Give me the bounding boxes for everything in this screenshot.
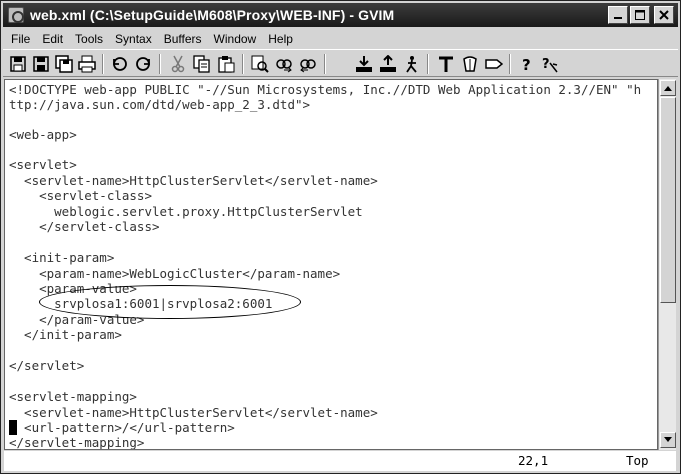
code-line-6: <servlet>	[9, 157, 77, 172]
open-button[interactable]	[7, 53, 29, 75]
scroll-down-button[interactable]	[660, 432, 676, 448]
make-icon	[439, 56, 453, 72]
tag-jump-button[interactable]	[483, 53, 505, 75]
print-button[interactable]	[76, 53, 98, 75]
code-line-8: <servlet-class>	[9, 188, 152, 203]
code-line-10: </servlet-class>	[9, 219, 160, 234]
window-controls	[608, 6, 674, 24]
copy-button[interactable]	[191, 53, 213, 75]
find-next-icon	[276, 59, 292, 73]
code-line-19: </servlet>	[9, 358, 85, 373]
menu-file[interactable]: File	[3, 30, 36, 48]
find-help-button[interactable]: ?	[539, 53, 561, 75]
arrow-up-icon	[664, 86, 672, 91]
svg-text:?: ?	[522, 56, 531, 73]
cut-icon	[171, 55, 185, 73]
status-line: 22,1 Top	[4, 451, 676, 471]
menu-syntax[interactable]: Syntax	[109, 30, 158, 48]
find-prev-icon	[300, 59, 316, 73]
cursor-position: 22,1	[518, 453, 549, 468]
make-button[interactable]	[435, 53, 457, 75]
code-line-7: <servlet-name>HttpClusterServlet</servle…	[9, 173, 378, 188]
menu-edit[interactable]: Edit	[36, 30, 69, 48]
code-line-13: <param-name>WebLogicCluster</param-name>	[9, 266, 341, 281]
save-all-button[interactable]	[53, 53, 75, 75]
toolbar-separator	[509, 54, 511, 74]
menu-buffers[interactable]: Buffers	[158, 30, 208, 48]
redo-button[interactable]	[132, 53, 154, 75]
copy-icon	[193, 55, 210, 73]
save-button[interactable]	[30, 53, 52, 75]
shell-button[interactable]	[459, 53, 481, 75]
save-all-icon	[55, 55, 73, 73]
load-session-button[interactable]	[353, 53, 375, 75]
close-icon	[659, 10, 669, 20]
maximize-icon	[635, 10, 645, 20]
vertical-scrollbar[interactable]	[658, 79, 676, 450]
run-script-button[interactable]	[401, 53, 423, 75]
title-bar[interactable]: web.xml (C:\SetupGuide\M608\Proxy\WEB-IN…	[3, 3, 678, 27]
arrow-down-icon	[664, 437, 672, 442]
menu-window[interactable]: Window	[208, 30, 263, 48]
code-line-23: <url-pattern>/</url-pattern>	[9, 420, 235, 435]
cut-button[interactable]	[167, 53, 189, 75]
tag-jump-icon	[485, 59, 503, 69]
toolbar-separator	[159, 54, 161, 74]
code-line-21: <servlet-mapping>	[9, 389, 137, 404]
gvim-app-icon[interactable]	[8, 7, 24, 23]
code-line-2: ttp://java.sun.com/dtd/web-app_2_3.dtd">	[9, 97, 311, 112]
toolbar-separator	[427, 54, 429, 74]
code-line-4: <web-app>	[9, 127, 77, 142]
help-button[interactable]: ?	[515, 53, 537, 75]
text-cursor	[9, 420, 17, 435]
text-editor[interactable]: <!DOCTYPE web-app PUBLIC "-//Sun Microsy…	[4, 79, 658, 450]
help-icon: ?	[522, 56, 531, 73]
save-session-button[interactable]	[377, 53, 399, 75]
undo-icon	[113, 57, 127, 71]
scroll-position: Top	[626, 453, 649, 468]
close-button[interactable]	[654, 6, 674, 24]
window-title: web.xml (C:\SetupGuide\M608\Proxy\WEB-IN…	[30, 7, 395, 23]
code-line-1: <!DOCTYPE web-app PUBLIC "-//Sun Microsy…	[9, 82, 642, 97]
scrollbar-thumb[interactable]	[660, 97, 676, 303]
maximize-button[interactable]	[630, 6, 650, 24]
redo-icon	[136, 57, 150, 71]
code-line-24: </servlet-mapping>	[9, 435, 145, 450]
find-help-icon: ?	[542, 57, 558, 73]
paste-button[interactable]	[215, 53, 237, 75]
run-script-icon	[406, 56, 417, 73]
print-icon	[78, 55, 96, 73]
menu-tools[interactable]: Tools	[69, 30, 109, 48]
find-next-button[interactable]	[273, 53, 295, 75]
save-session-icon	[380, 55, 396, 72]
replace-icon	[251, 55, 269, 73]
code-line-17: </init-param>	[9, 327, 122, 342]
svg-text:?: ?	[542, 57, 550, 72]
open-icon	[10, 56, 26, 72]
menu-help[interactable]: Help	[262, 30, 299, 48]
menu-bar: File Edit Tools Syntax Buffers Window He…	[3, 29, 678, 49]
minimize-icon	[614, 17, 622, 19]
code-line-22: <servlet-name>HttpClusterServlet</servle…	[9, 405, 378, 420]
paste-icon	[218, 56, 235, 73]
scroll-up-button[interactable]	[660, 80, 676, 96]
code-line-12: <init-param>	[9, 250, 115, 265]
replace-button[interactable]	[249, 53, 271, 75]
code-line-9: weblogic.servlet.proxy.HttpClusterServle…	[9, 204, 363, 219]
save-icon	[33, 56, 49, 72]
toolbar-separator	[324, 54, 326, 74]
minimize-button[interactable]	[608, 6, 628, 24]
toolbar-separator	[102, 54, 104, 74]
gvim-window: web.xml (C:\SetupGuide\M608\Proxy\WEB-IN…	[0, 0, 681, 474]
highlight-ellipse	[39, 285, 301, 319]
undo-button[interactable]	[109, 53, 131, 75]
shell-icon	[463, 56, 477, 72]
toolbar-separator	[242, 54, 244, 74]
toolbar: ? ?	[3, 49, 678, 77]
load-session-icon	[356, 56, 372, 72]
find-prev-button[interactable]	[297, 53, 319, 75]
